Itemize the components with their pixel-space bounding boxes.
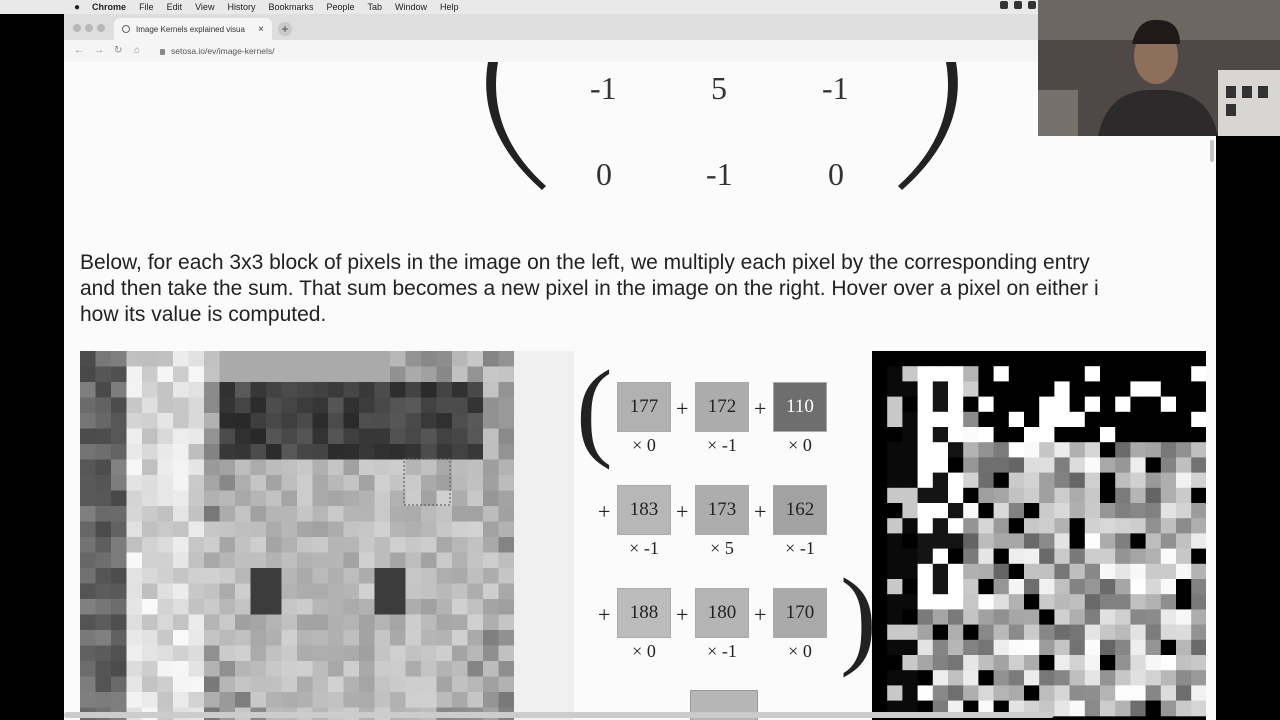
pixel-value-cell[interactable]: 110	[773, 382, 827, 432]
kernel-multiplier: × -1	[707, 641, 737, 661]
status-icon[interactable]	[1000, 1, 1008, 9]
browser-tab[interactable]: Image Kernels explained visua ×	[114, 18, 272, 40]
menu-bookmarks[interactable]: Bookmarks	[268, 2, 313, 12]
minimize-window-button[interactable]	[85, 24, 93, 32]
status-icon[interactable]	[1014, 1, 1022, 9]
globe-icon	[122, 25, 130, 33]
plus-sign: +	[754, 396, 767, 421]
menu-edit[interactable]: Edit	[167, 2, 183, 12]
kernel-multiplier: × 0	[788, 641, 812, 661]
plus-sign: +	[676, 396, 689, 421]
menu-help[interactable]: Help	[440, 2, 459, 12]
lock-icon	[160, 48, 165, 55]
pixel-value-cell[interactable]: 180	[695, 588, 749, 638]
pixel-value-cell[interactable]: 173	[695, 485, 749, 535]
home-icon[interactable]: ⌂	[134, 45, 140, 56]
apple-icon[interactable]: ●	[74, 2, 80, 13]
matrix-entry: -1	[706, 156, 733, 192]
plus-sign: +	[598, 602, 611, 627]
menu-file[interactable]: File	[139, 2, 154, 12]
menu-app-name[interactable]: Chrome	[92, 2, 126, 12]
plus-sign: +	[676, 499, 689, 524]
back-arrow-icon[interactable]: ←	[74, 45, 84, 56]
open-paren: (	[576, 348, 613, 470]
matrix-entry: 0	[828, 156, 844, 192]
input-pixel-image[interactable]	[80, 351, 574, 720]
close-tab-icon[interactable]: ×	[258, 24, 264, 35]
plus-sign: +	[598, 499, 611, 524]
kernel-multiplier: × 0	[632, 435, 656, 455]
kernel-multiplier: × 0	[632, 641, 656, 661]
plus-sign: +	[754, 602, 767, 627]
matrix-bracket-left	[486, 62, 546, 190]
paragraph-line: how its value is computed.	[80, 303, 327, 326]
forward-arrow-icon[interactable]: →	[94, 45, 104, 56]
matrix-entry: 0	[596, 156, 612, 192]
pixel-value-cell[interactable]: 177	[617, 382, 671, 432]
menu-window[interactable]: Window	[395, 2, 427, 12]
vertical-scrollbar[interactable]	[1210, 140, 1214, 162]
matrix-entry: -1	[590, 70, 617, 106]
status-icon[interactable]	[1028, 1, 1036, 9]
kernel-multiplier: × 5	[710, 538, 734, 558]
pixel-value-cell[interactable]: 188	[617, 588, 671, 638]
menu-tab[interactable]: Tab	[368, 2, 383, 12]
horizontal-scrollbar[interactable]	[64, 712, 1054, 718]
webcam-overlay	[1038, 0, 1280, 136]
url-text: setosa.io/ev/image-kernels/	[171, 46, 275, 56]
plus-sign: +	[676, 602, 689, 627]
menu-history[interactable]: History	[227, 2, 255, 12]
output-pixel-image[interactable]	[872, 351, 1206, 720]
paragraph-line: and then take the sum. That sum becomes …	[80, 277, 1099, 300]
plus-sign: +	[754, 499, 767, 524]
pixel-value-cell[interactable]: 172	[695, 382, 749, 432]
pixel-value-cell[interactable]: 183	[617, 485, 671, 535]
kernel-multiplier: × -1	[785, 538, 815, 558]
new-tab-button[interactable]: +	[278, 22, 292, 36]
menu-view[interactable]: View	[195, 2, 214, 12]
pixel-value-cell[interactable]: 162	[773, 485, 827, 535]
pixel-value-cell[interactable]: 170	[773, 588, 827, 638]
paragraph-line: Below, for each 3x3 block of pixels in t…	[80, 251, 1090, 274]
kernel-multiplier: × 0	[788, 435, 812, 455]
menu-people[interactable]: People	[326, 2, 354, 12]
reload-icon[interactable]: ↻	[114, 45, 122, 56]
address-bar[interactable]: setosa.io/ev/image-kernels/	[160, 43, 1160, 59]
kernel-multiplier: × -1	[707, 435, 737, 455]
kernel-multiplier: × -1	[629, 538, 659, 558]
close-window-button[interactable]	[73, 24, 81, 32]
explanation-paragraph: Below, for each 3x3 block of pixels in t…	[80, 250, 1216, 328]
page-content: -1 5 -1 0 -1 0 Below, for each 3x3 block…	[64, 62, 1216, 720]
tab-title: Image Kernels explained visua	[136, 24, 245, 34]
matrix-entry: 5	[711, 70, 727, 106]
matrix-bracket-right	[898, 62, 958, 190]
matrix-entry: -1	[822, 70, 849, 106]
zoom-window-button[interactable]	[97, 24, 105, 32]
